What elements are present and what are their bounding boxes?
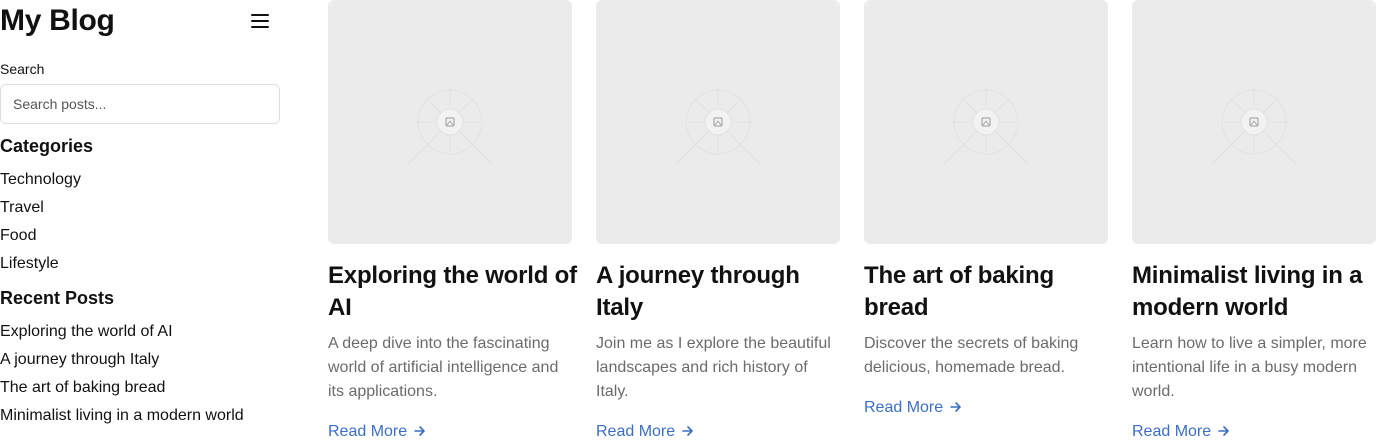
post-card: Minimalist living in a modern world Lear…: [1132, 0, 1376, 444]
brand-row: My Blog: [0, 2, 280, 40]
post-title[interactable]: Exploring the world of AI: [328, 260, 578, 324]
read-more-link[interactable]: Read More: [864, 398, 963, 420]
search-input[interactable]: [0, 84, 280, 124]
post-image-placeholder[interactable]: [596, 0, 840, 244]
post-title[interactable]: Minimalist living in a modern world: [1132, 260, 1376, 324]
category-travel[interactable]: Travel: [0, 196, 81, 224]
post-image-placeholder[interactable]: [864, 0, 1108, 244]
read-more-label: Read More: [596, 423, 676, 440]
image-placeholder-icon: [1211, 89, 1297, 165]
read-more-link[interactable]: Read More: [328, 422, 427, 444]
search-label: Search: [0, 61, 45, 77]
site-title[interactable]: My Blog: [0, 2, 115, 40]
post-description: Learn how to live a simpler, more intent…: [1132, 335, 1367, 400]
hamburger-menu-icon[interactable]: [249, 12, 271, 30]
post-image-placeholder[interactable]: [328, 0, 572, 244]
read-more-link[interactable]: Read More: [596, 422, 695, 444]
arrow-right-icon: [413, 424, 427, 444]
categories-list: Technology Travel Food Lifestyle: [0, 168, 81, 280]
read-more-label: Read More: [864, 399, 944, 416]
category-lifestyle[interactable]: Lifestyle: [0, 252, 81, 280]
recent-posts-list: Exploring the world of AI A journey thro…: [0, 320, 244, 432]
post-card: The art of baking bread Discover the sec…: [864, 0, 1108, 444]
read-more-link[interactable]: Read More: [1132, 422, 1231, 444]
image-placeholder-icon: [943, 89, 1029, 165]
image-placeholder-icon: [407, 89, 493, 165]
read-more-label: Read More: [328, 423, 408, 440]
recent-post-link[interactable]: A journey through Italy: [0, 348, 244, 376]
arrow-right-icon: [1217, 424, 1231, 444]
read-more-label: Read More: [1132, 423, 1212, 440]
category-technology[interactable]: Technology: [0, 168, 81, 196]
post-card: Exploring the world of AI A deep dive in…: [328, 0, 577, 444]
post-title[interactable]: The art of baking bread: [864, 260, 1114, 324]
blog-page: My Blog Search Categories Technology Tra…: [0, 0, 1376, 444]
arrow-right-icon: [681, 424, 695, 444]
post-title[interactable]: A journey through Italy: [596, 260, 846, 324]
post-description: A deep dive into the fascinating world o…: [328, 335, 559, 400]
recent-post-link[interactable]: The art of baking bread: [0, 376, 244, 404]
post-card: A journey through Italy Join me as I exp…: [596, 0, 840, 444]
sidebar: My Blog Search Categories Technology Tra…: [0, 0, 280, 444]
category-food[interactable]: Food: [0, 224, 81, 252]
post-description: Discover the secrets of baking delicious…: [864, 335, 1079, 376]
post-description: Join me as I explore the beautiful lands…: [596, 335, 831, 400]
recent-posts-heading: Recent Posts: [0, 288, 115, 308]
categories-heading: Categories: [0, 136, 94, 156]
arrow-right-icon: [949, 400, 963, 420]
recent-post-link[interactable]: Minimalist living in a modern world: [0, 404, 244, 432]
post-image-placeholder[interactable]: [1132, 0, 1376, 244]
image-placeholder-icon: [675, 89, 761, 165]
recent-post-link[interactable]: Exploring the world of AI: [0, 320, 244, 348]
